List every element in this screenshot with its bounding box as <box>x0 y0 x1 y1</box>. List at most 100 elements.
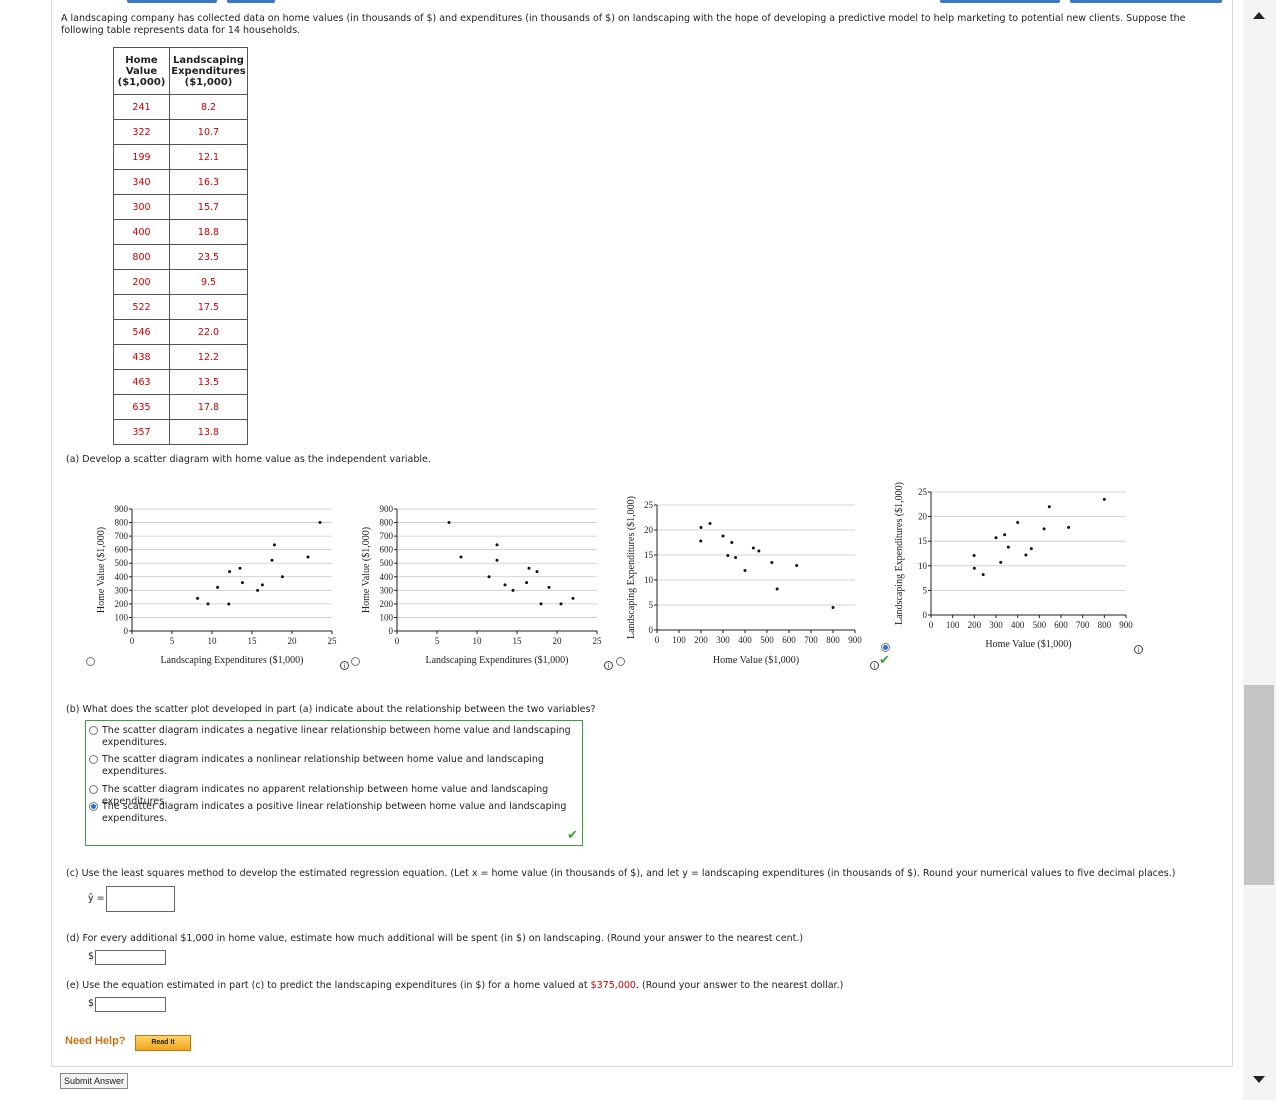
scroll-up-icon[interactable] <box>1253 12 1265 19</box>
scrollbar-track[interactable] <box>1243 0 1276 1100</box>
data-point <box>280 575 284 579</box>
x-tick-label: 0 <box>130 636 135 646</box>
part-e-text-after: . (Round your answer to the nearest doll… <box>635 980 844 991</box>
data-point <box>527 566 531 570</box>
data-point <box>1016 521 1020 525</box>
data-point <box>447 521 451 525</box>
cell-expenditure: 12.1 <box>169 144 248 170</box>
additional-spend-input[interactable] <box>95 950 166 965</box>
y-tick-label: 300 <box>115 585 129 595</box>
x-tick-label: 500 <box>1033 620 1047 630</box>
cell-home-value: 546 <box>113 319 170 345</box>
cell-expenditure: 17.8 <box>169 394 248 420</box>
data-point <box>495 543 499 547</box>
correct-check-icon: ✔ <box>879 653 890 668</box>
data-point <box>511 588 515 592</box>
scroll-down-icon[interactable] <box>1253 1076 1265 1083</box>
data-point <box>1067 525 1071 529</box>
chart-radio-3[interactable] <box>616 657 625 666</box>
part-b-option-2[interactable]: The scatter diagram indicates a nonlinea… <box>102 754 572 778</box>
top-tab-3[interactable] <box>940 0 1060 3</box>
y-tick-label: 200 <box>115 599 129 609</box>
x-tick-label: 0 <box>395 636 400 646</box>
x-tick-label: 800 <box>1098 620 1112 630</box>
x-tick-label: 200 <box>968 620 982 630</box>
data-point <box>487 575 491 579</box>
y-tick-label: 500 <box>115 558 129 568</box>
cell-home-value: 241 <box>113 94 170 120</box>
data-point <box>743 569 747 572</box>
table-row: 522 17.5 <box>113 294 248 320</box>
cell-expenditure: 23.5 <box>169 244 248 270</box>
info-icon-3[interactable]: i <box>870 661 879 670</box>
y-tick-label: 0 <box>389 626 394 636</box>
part-b-option-1[interactable]: The scatter diagram indicates a negative… <box>102 725 572 749</box>
data-point <box>1006 545 1010 549</box>
cell-home-value: 800 <box>113 244 170 270</box>
y-tick-label: 100 <box>380 612 394 622</box>
top-tab-2[interactable] <box>227 0 275 3</box>
data-point <box>535 570 539 574</box>
part-b-radio-3[interactable] <box>89 785 98 794</box>
chart-radio-1[interactable] <box>86 657 95 666</box>
cell-home-value: 199 <box>113 144 170 170</box>
info-icon-1[interactable]: i <box>340 661 349 670</box>
data-point <box>699 526 703 529</box>
info-icon-2[interactable]: i <box>604 661 613 670</box>
predicted-expenditure-input[interactable] <box>95 997 166 1012</box>
y-tick-label: 400 <box>115 572 129 582</box>
data-point <box>699 539 703 543</box>
x-tick-label: 100 <box>946 620 960 630</box>
data-point <box>495 558 499 562</box>
chart-radio-2[interactable] <box>351 657 360 666</box>
data-point <box>260 583 264 587</box>
submit-answer-button[interactable]: Submit Answer <box>60 1073 128 1089</box>
table-row: 463 13.5 <box>113 369 248 395</box>
data-point <box>1029 547 1033 551</box>
part-b-option-4[interactable]: The scatter diagram indicates a positive… <box>102 801 572 825</box>
y-tick-label: 500 <box>380 558 394 568</box>
data-point <box>751 546 755 550</box>
regression-equation-input[interactable] <box>106 886 175 912</box>
x-tick-label: 100 <box>672 635 686 645</box>
chart-radio-4[interactable] <box>881 643 890 652</box>
data-point <box>1003 533 1007 537</box>
scrollbar-thumb[interactable] <box>1244 685 1274 885</box>
data-point <box>227 602 231 606</box>
cell-expenditure: 22.0 <box>169 319 248 345</box>
part-b-radio-2[interactable] <box>89 755 98 764</box>
x-tick-label: 400 <box>1011 620 1025 630</box>
x-tick-label: 300 <box>989 620 1003 630</box>
x-tick-label: 25 <box>593 636 603 646</box>
part-e-home-value: $375,000 <box>590 980 636 991</box>
cell-expenditure: 18.8 <box>169 219 248 245</box>
y-tick-label: 5 <box>923 585 928 595</box>
y-tick-label: 300 <box>380 585 394 595</box>
x-tick-label: 800 <box>826 635 840 645</box>
part-b-radio-1[interactable] <box>89 726 98 735</box>
x-tick-label: 10 <box>473 636 483 646</box>
top-tab-4[interactable] <box>1070 0 1222 3</box>
part-b-radio-4[interactable] <box>89 802 98 811</box>
data-point <box>831 606 835 609</box>
table-header-expenditures: Landscaping Expenditures ($1,000) <box>169 47 248 95</box>
y-tick-label: 15 <box>644 550 654 560</box>
data-point <box>734 556 738 559</box>
cell-home-value: 400 <box>113 219 170 245</box>
top-tab-1[interactable] <box>127 0 217 3</box>
table-row: 322 10.7 <box>113 119 248 145</box>
part-e-prompt: (e) Use the equation estimated in part (… <box>66 980 1216 992</box>
data-point <box>238 566 242 570</box>
data-point <box>1102 497 1106 501</box>
cell-home-value: 438 <box>113 344 170 370</box>
cell-expenditure: 12.2 <box>169 344 248 370</box>
read-it-button[interactable]: Read It <box>135 1035 191 1051</box>
info-icon-4[interactable]: i <box>1134 645 1143 654</box>
data-point <box>795 564 799 567</box>
cell-home-value: 463 <box>113 369 170 395</box>
x-tick-label: 10 <box>208 636 218 646</box>
data-point <box>318 521 322 525</box>
y-tick-label: 800 <box>115 518 129 528</box>
data-point <box>730 541 734 544</box>
data-table: Home Value ($1,000) Landscaping Expendit… <box>113 47 248 445</box>
